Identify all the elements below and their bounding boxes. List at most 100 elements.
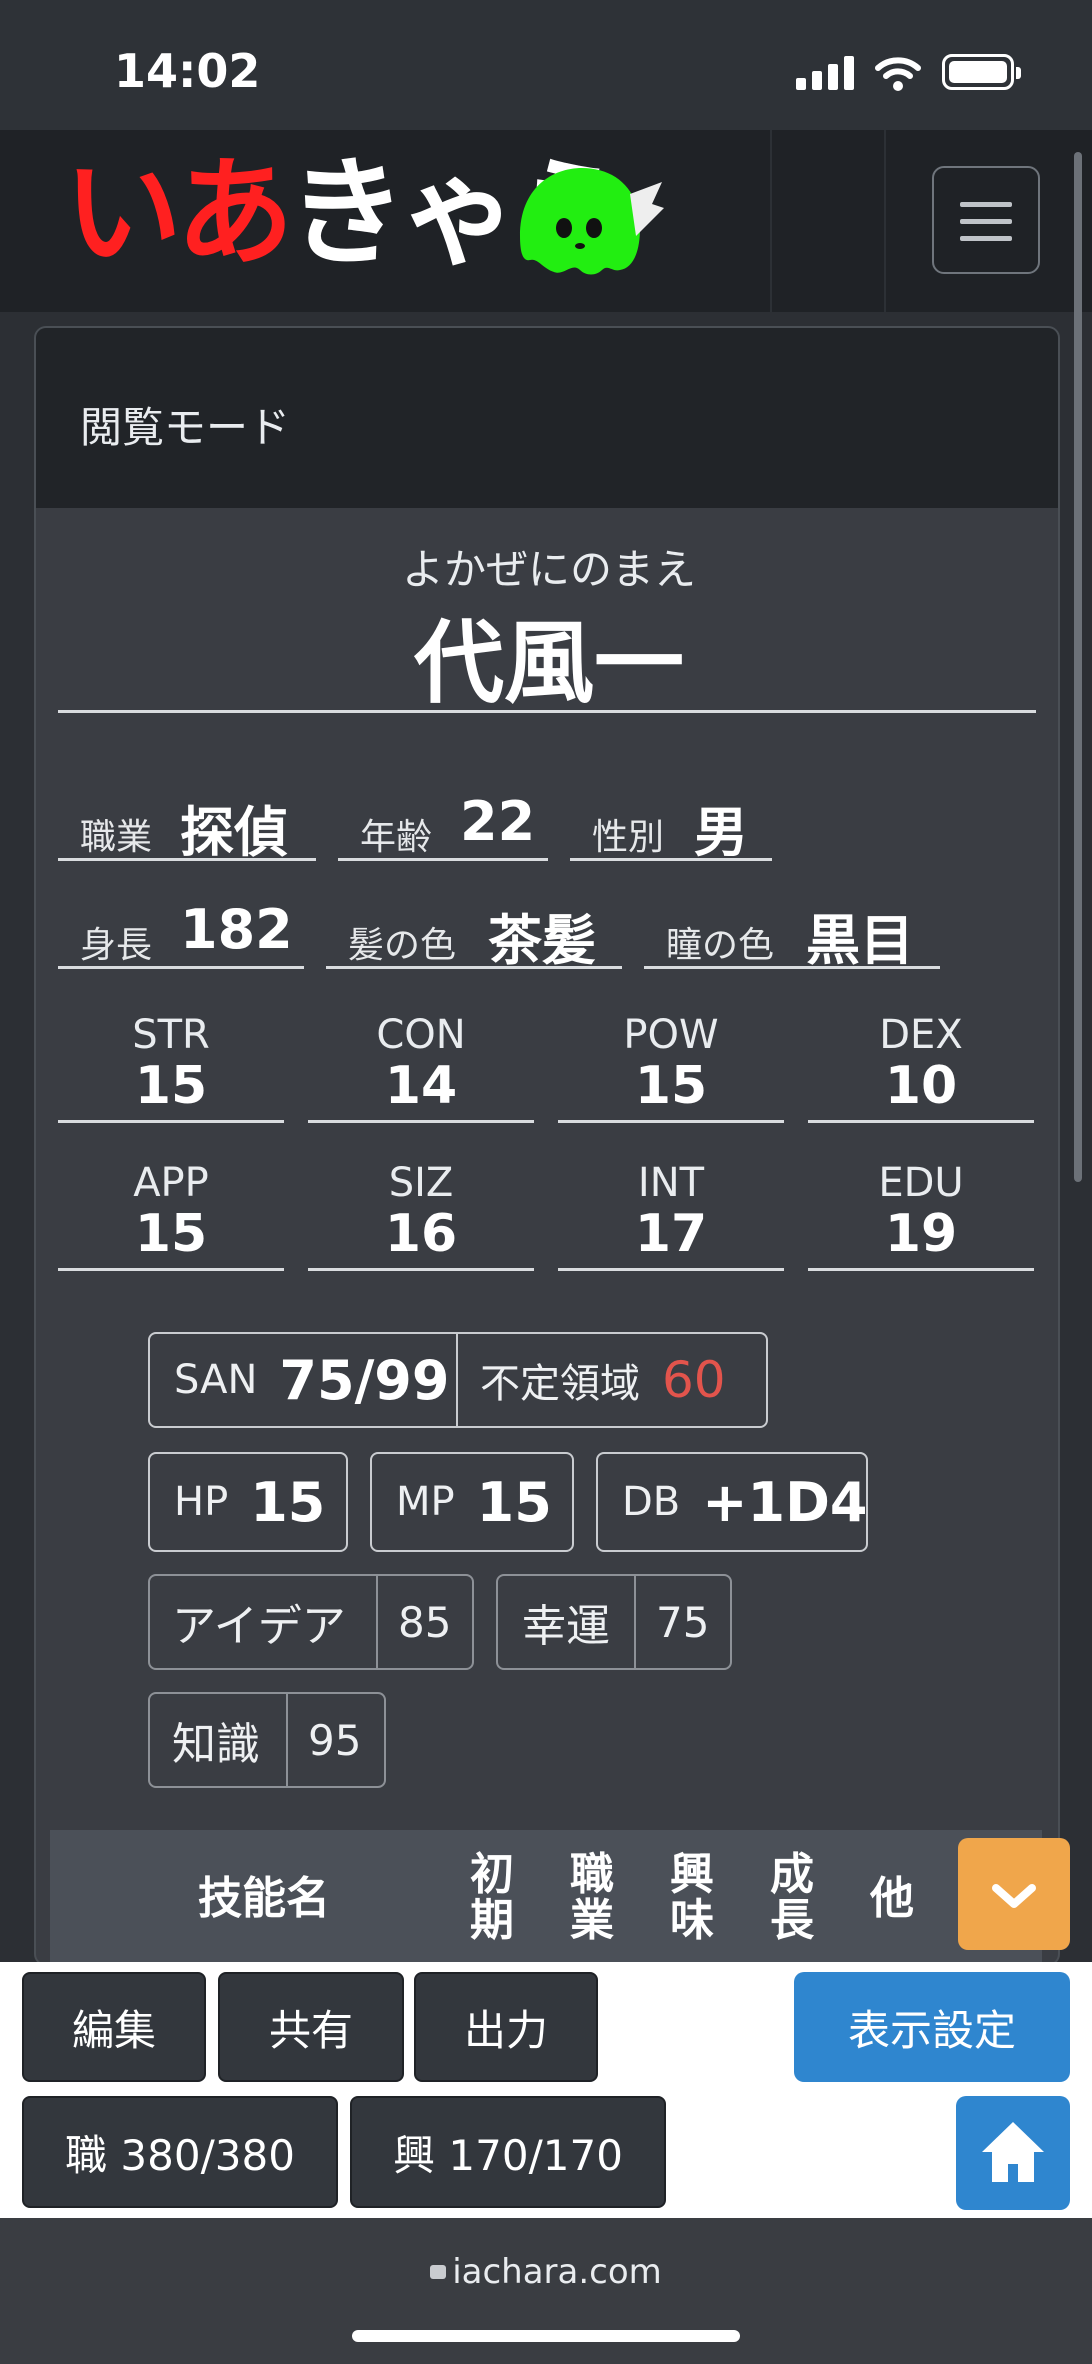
db-value: +1D4 [702,1470,868,1534]
skill-table-header: 技能名 初期 職業 興味 成長 他 [50,1830,1042,1966]
battery-icon [942,54,1021,90]
hamburger-menu-button[interactable] [932,166,1040,274]
stat-name: POW [623,1012,719,1058]
home-button[interactable] [956,2096,1070,2210]
character-sheet-card: 閲覧モード よかぜにのまえ 代風一 職業 探偵 年齢 22 性別 男 身長 18… [34,326,1060,1966]
stat-value: 15 [134,1056,208,1116]
luck-box: 幸運 75 [496,1574,732,1670]
stat-name: STR [132,1012,210,1058]
san-box: SAN 75/99 不定領域 60 [148,1332,768,1428]
stat-value: 19 [884,1204,958,1264]
interest-points-button[interactable]: 興 170/170 [350,2096,666,2208]
knowledge-box: 知識 95 [148,1692,386,1788]
gender-field: 性別 男 [570,784,772,864]
browser-address-bar[interactable]: iachara.com [0,2218,1092,2364]
output-button[interactable]: 出力 [414,1972,598,2082]
eye-color-label: 瞳の色 [666,925,775,966]
gender-label: 性別 [592,817,665,858]
knowledge-label: 知識 [172,1719,260,1770]
home-icon [982,2122,1044,2182]
stat-app: APP 15 [58,1160,284,1271]
home-indicator [352,2330,740,2342]
hair-color-field: 髪の色 茶髪 [326,892,622,972]
stat-str: STR 15 [58,1012,284,1123]
stat-name: SIZ [388,1160,454,1206]
hair-color-label: 髪の色 [348,925,457,966]
share-button[interactable]: 共有 [218,1972,404,2082]
hp-value: 15 [250,1470,326,1534]
chevron-down-icon [992,1884,1036,1908]
age-field: 年齢 22 [338,784,548,861]
luck-value: 75 [656,1597,710,1647]
indefinite-insanity-value: 60 [662,1351,726,1409]
stat-con: CON 14 [308,1012,534,1123]
url-text: iachara.com [452,2252,662,2292]
stat-value: 10 [884,1056,958,1116]
collapse-button[interactable] [958,1838,1070,1950]
app-header: いあきゃら [0,130,1092,312]
logo-part-1: いあ [64,144,294,282]
eye-color-value: 黒目 [806,909,914,972]
db-box: DB +1D4 [596,1452,868,1552]
san-value: 75/99 [279,1348,450,1412]
url-display[interactable]: iachara.com [0,2252,1092,2292]
stat-name: CON [376,1012,466,1058]
ghost-mascot-icon [520,168,664,275]
stat-name: APP [133,1160,209,1206]
stat-value: 15 [134,1204,208,1264]
age-label: 年齢 [360,817,433,858]
mp-label: MP [396,1479,455,1525]
bottom-toolbar: 編集 共有 出力 表示設定 職 380/380 興 170/170 [0,1962,1092,2218]
character-name: 代風一 [414,611,684,716]
hp-box: HP 15 [148,1452,348,1552]
other-header: 他 [870,1873,914,1924]
hp-label: HP [174,1479,229,1525]
age-value: 22 [460,790,536,853]
stat-siz: SIZ 16 [308,1160,534,1271]
stat-name: DEX [879,1012,963,1058]
stat-value: 17 [634,1204,708,1264]
luck-label: 幸運 [522,1601,610,1652]
wifi-icon [875,57,921,91]
initial-header: 初期 [470,1849,514,1946]
view-mode-label: 閲覧モード [80,403,291,452]
idea-label: アイデア [172,1601,346,1652]
db-label: DB [622,1479,681,1525]
menu-icon [960,202,1012,207]
edit-button[interactable]: 編集 [22,1972,206,2082]
hair-color-value: 茶髪 [488,909,596,972]
growth-header: 成長 [770,1849,814,1946]
occupation-points-button[interactable]: 職 380/380 [22,2096,338,2208]
occupation-points-header: 職業 [570,1849,614,1946]
indefinite-insanity-label: 不定領域 [480,1361,640,1407]
stat-value: 15 [634,1056,708,1116]
stat-name: INT [637,1160,705,1206]
height-field: 身長 182 [58,892,304,969]
stat-name: EDU [878,1160,964,1206]
idea-value: 85 [398,1597,452,1647]
name-underline [58,710,1036,713]
occupation-label: 職業 [80,817,153,858]
interest-points-header: 興味 [670,1849,714,1946]
stat-int: INT 17 [558,1160,784,1271]
lock-icon [430,2264,447,2279]
status-time: 14:02 [114,44,261,98]
scrollbar[interactable] [1074,152,1082,1182]
gender-value: 男 [694,801,748,864]
signal-icon [796,56,856,90]
stat-value: 14 [384,1056,458,1116]
eye-color-field: 瞳の色 黒目 [644,892,940,972]
stat-value: 16 [384,1204,458,1264]
skill-name-header: 技能名 [198,1873,330,1924]
stat-dex: DEX 10 [808,1012,1034,1123]
height-value: 182 [180,898,293,961]
knowledge-value: 95 [308,1715,362,1765]
san-label: SAN [174,1357,258,1403]
occupation-value: 探偵 [180,801,288,864]
display-settings-button[interactable]: 表示設定 [794,1972,1070,2082]
character-reading: よかぜにのまえ [401,545,696,594]
status-bar: 14:02 [0,0,1092,130]
mp-value: 15 [476,1470,552,1534]
idea-box: アイデア 85 [148,1574,474,1670]
height-label: 身長 [80,925,153,966]
